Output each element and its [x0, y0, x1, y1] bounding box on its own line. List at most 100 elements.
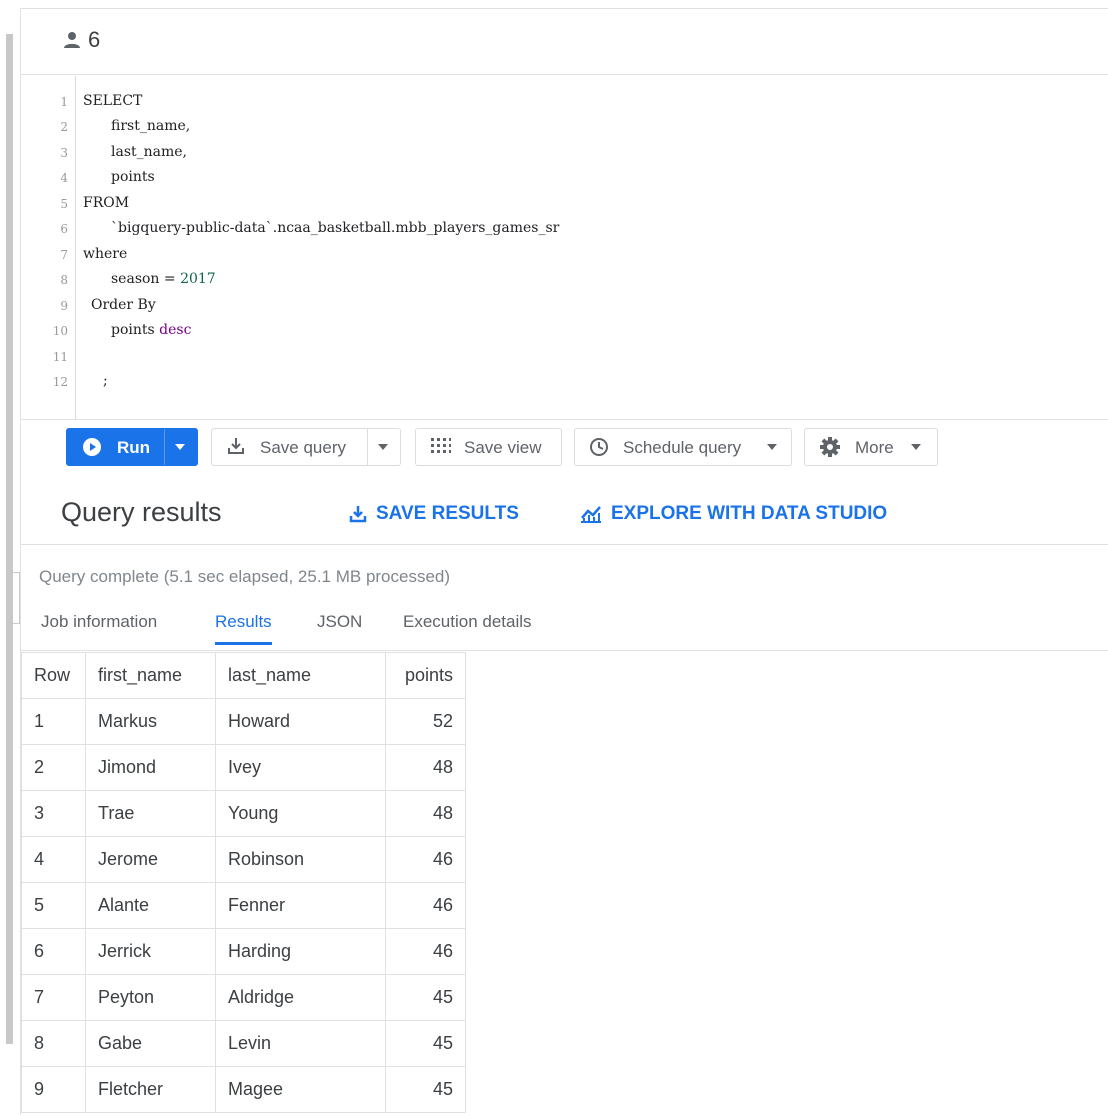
code-line: Order By [91, 297, 156, 313]
points-cell: 45 [385, 1020, 466, 1067]
first-name-cell: Jerome [85, 836, 216, 883]
code-line: where [83, 246, 128, 262]
clock-icon [590, 438, 608, 456]
row-number: 2 [21, 744, 86, 791]
line-number-gutter: 1 2 3 4 5 6 7 8 9 10 11 12 [21, 76, 76, 420]
table-row: 2 Jimond Ivey 48 [21, 744, 466, 791]
row-number: 3 [21, 790, 86, 837]
code-line: first_name, [111, 118, 191, 134]
more-label: More [855, 438, 894, 457]
code-text: points [111, 322, 160, 338]
line-number: 9 [60, 299, 68, 313]
run-button[interactable]: Run [66, 428, 198, 466]
explore-data-studio-link[interactable]: EXPLORE WITH DATA STUDIO [579, 503, 887, 525]
column-header: first_name [85, 652, 216, 699]
row-number: 1 [21, 698, 86, 745]
line-number: 5 [60, 197, 68, 211]
first-name-cell: Markus [85, 698, 216, 745]
points-cell: 46 [385, 882, 466, 929]
tab-json[interactable]: JSON [317, 612, 362, 642]
points-cell: 45 [385, 1066, 466, 1113]
points-cell: 46 [385, 836, 466, 883]
row-number: 6 [21, 928, 86, 975]
divider [367, 429, 368, 465]
query-toolbar: Run Save query Save view Schedule query … [21, 421, 1108, 471]
save-view-label: Save view [464, 438, 542, 457]
table-row: 6 Jerrick Harding 46 [21, 928, 466, 975]
points-cell: 46 [385, 928, 466, 975]
points-cell: 48 [385, 744, 466, 791]
chevron-down-icon [911, 444, 921, 450]
number-literal: 2017 [180, 271, 216, 287]
line-number: 10 [52, 324, 68, 338]
row-number: 7 [21, 974, 86, 1021]
points-cell: 48 [385, 790, 466, 837]
code-line: FROM [83, 195, 130, 211]
explore-label: EXPLORE WITH DATA STUDIO [611, 503, 888, 524]
line-number: 4 [60, 171, 68, 185]
chevron-down-icon[interactable] [175, 444, 185, 450]
code-line: points [111, 169, 155, 185]
schedule-query-button[interactable]: Schedule query [574, 428, 792, 466]
panel-scrollbar[interactable] [6, 34, 13, 1044]
more-button[interactable]: More [804, 428, 938, 466]
table-row: 4 Jerome Robinson 46 [21, 836, 466, 883]
code-line: SELECT [83, 93, 143, 109]
table-row: 1 Markus Howard 52 [21, 698, 466, 745]
last-name-cell: Ivey [215, 744, 386, 791]
panel-resize-handle[interactable] [12, 572, 20, 624]
query-status: Query complete (5.1 sec elapsed, 25.1 MB… [39, 567, 451, 586]
first-name-cell: Alante [85, 882, 216, 929]
left-rail [0, 0, 20, 1115]
chevron-down-icon[interactable] [378, 444, 388, 450]
code-line: last_name, [111, 144, 188, 160]
sql-editor[interactable]: 1 2 3 4 5 6 7 8 9 10 11 12 SELECT first_… [21, 76, 1108, 420]
save-view-button[interactable]: Save view [415, 428, 562, 466]
first-name-cell: Gabe [85, 1020, 216, 1067]
tab-execution-details[interactable]: Execution details [403, 612, 532, 642]
table-row: 8 Gabe Levin 45 [21, 1020, 466, 1067]
code-line: `bigquery-public-data`.ncaa_basketball.m… [111, 220, 560, 236]
save-query-button[interactable]: Save query [211, 428, 401, 466]
results-title: Query results [61, 497, 222, 527]
divider [164, 429, 165, 465]
keyword: desc [159, 322, 192, 338]
schedule-query-label: Schedule query [623, 438, 742, 457]
run-label: Run [117, 438, 151, 457]
view-grid-icon [431, 438, 451, 453]
table-row: 3 Trae Young 48 [21, 790, 466, 837]
code-line: season = 2017 [111, 271, 216, 287]
table-row: 9 Fletcher Magee 45 [21, 1066, 466, 1113]
code-text: season = [111, 271, 181, 287]
save-results-label: SAVE RESULTS [376, 503, 519, 524]
results-table: Row first_name last_name points 1 Markus… [21, 652, 466, 1113]
gear-icon [820, 437, 840, 457]
column-header: points [385, 652, 466, 699]
line-number: 12 [52, 375, 68, 389]
tab-results[interactable]: Results [215, 612, 272, 645]
column-header: last_name [215, 652, 386, 699]
results-tabs: Job information Results JSON Execution d… [21, 604, 1108, 651]
chart-icon [581, 506, 601, 523]
person-icon [64, 32, 80, 48]
active-users: 6 [62, 27, 100, 53]
first-name-cell: Fletcher [85, 1066, 216, 1113]
line-number: 3 [60, 146, 68, 160]
tab-job-information[interactable]: Job information [41, 612, 157, 642]
first-name-cell: Trae [85, 790, 216, 837]
line-number: 1 [60, 95, 68, 109]
last-name-cell: Young [215, 790, 386, 837]
save-results-link[interactable]: SAVE RESULTS [348, 503, 519, 525]
save-download-icon [349, 506, 367, 523]
code-line: points desc [111, 322, 191, 338]
user-count-value: 6 [88, 27, 101, 52]
last-name-cell: Magee [215, 1066, 386, 1113]
last-name-cell: Fenner [215, 882, 386, 929]
first-name-cell: Jimond [85, 744, 216, 791]
line-number: 11 [52, 350, 68, 364]
table-row: 5 Alante Fenner 46 [21, 882, 466, 929]
last-name-cell: Robinson [215, 836, 386, 883]
code-line: ; [103, 373, 108, 389]
row-number: 4 [21, 836, 86, 883]
table-header-row: Row first_name last_name points [21, 652, 466, 699]
